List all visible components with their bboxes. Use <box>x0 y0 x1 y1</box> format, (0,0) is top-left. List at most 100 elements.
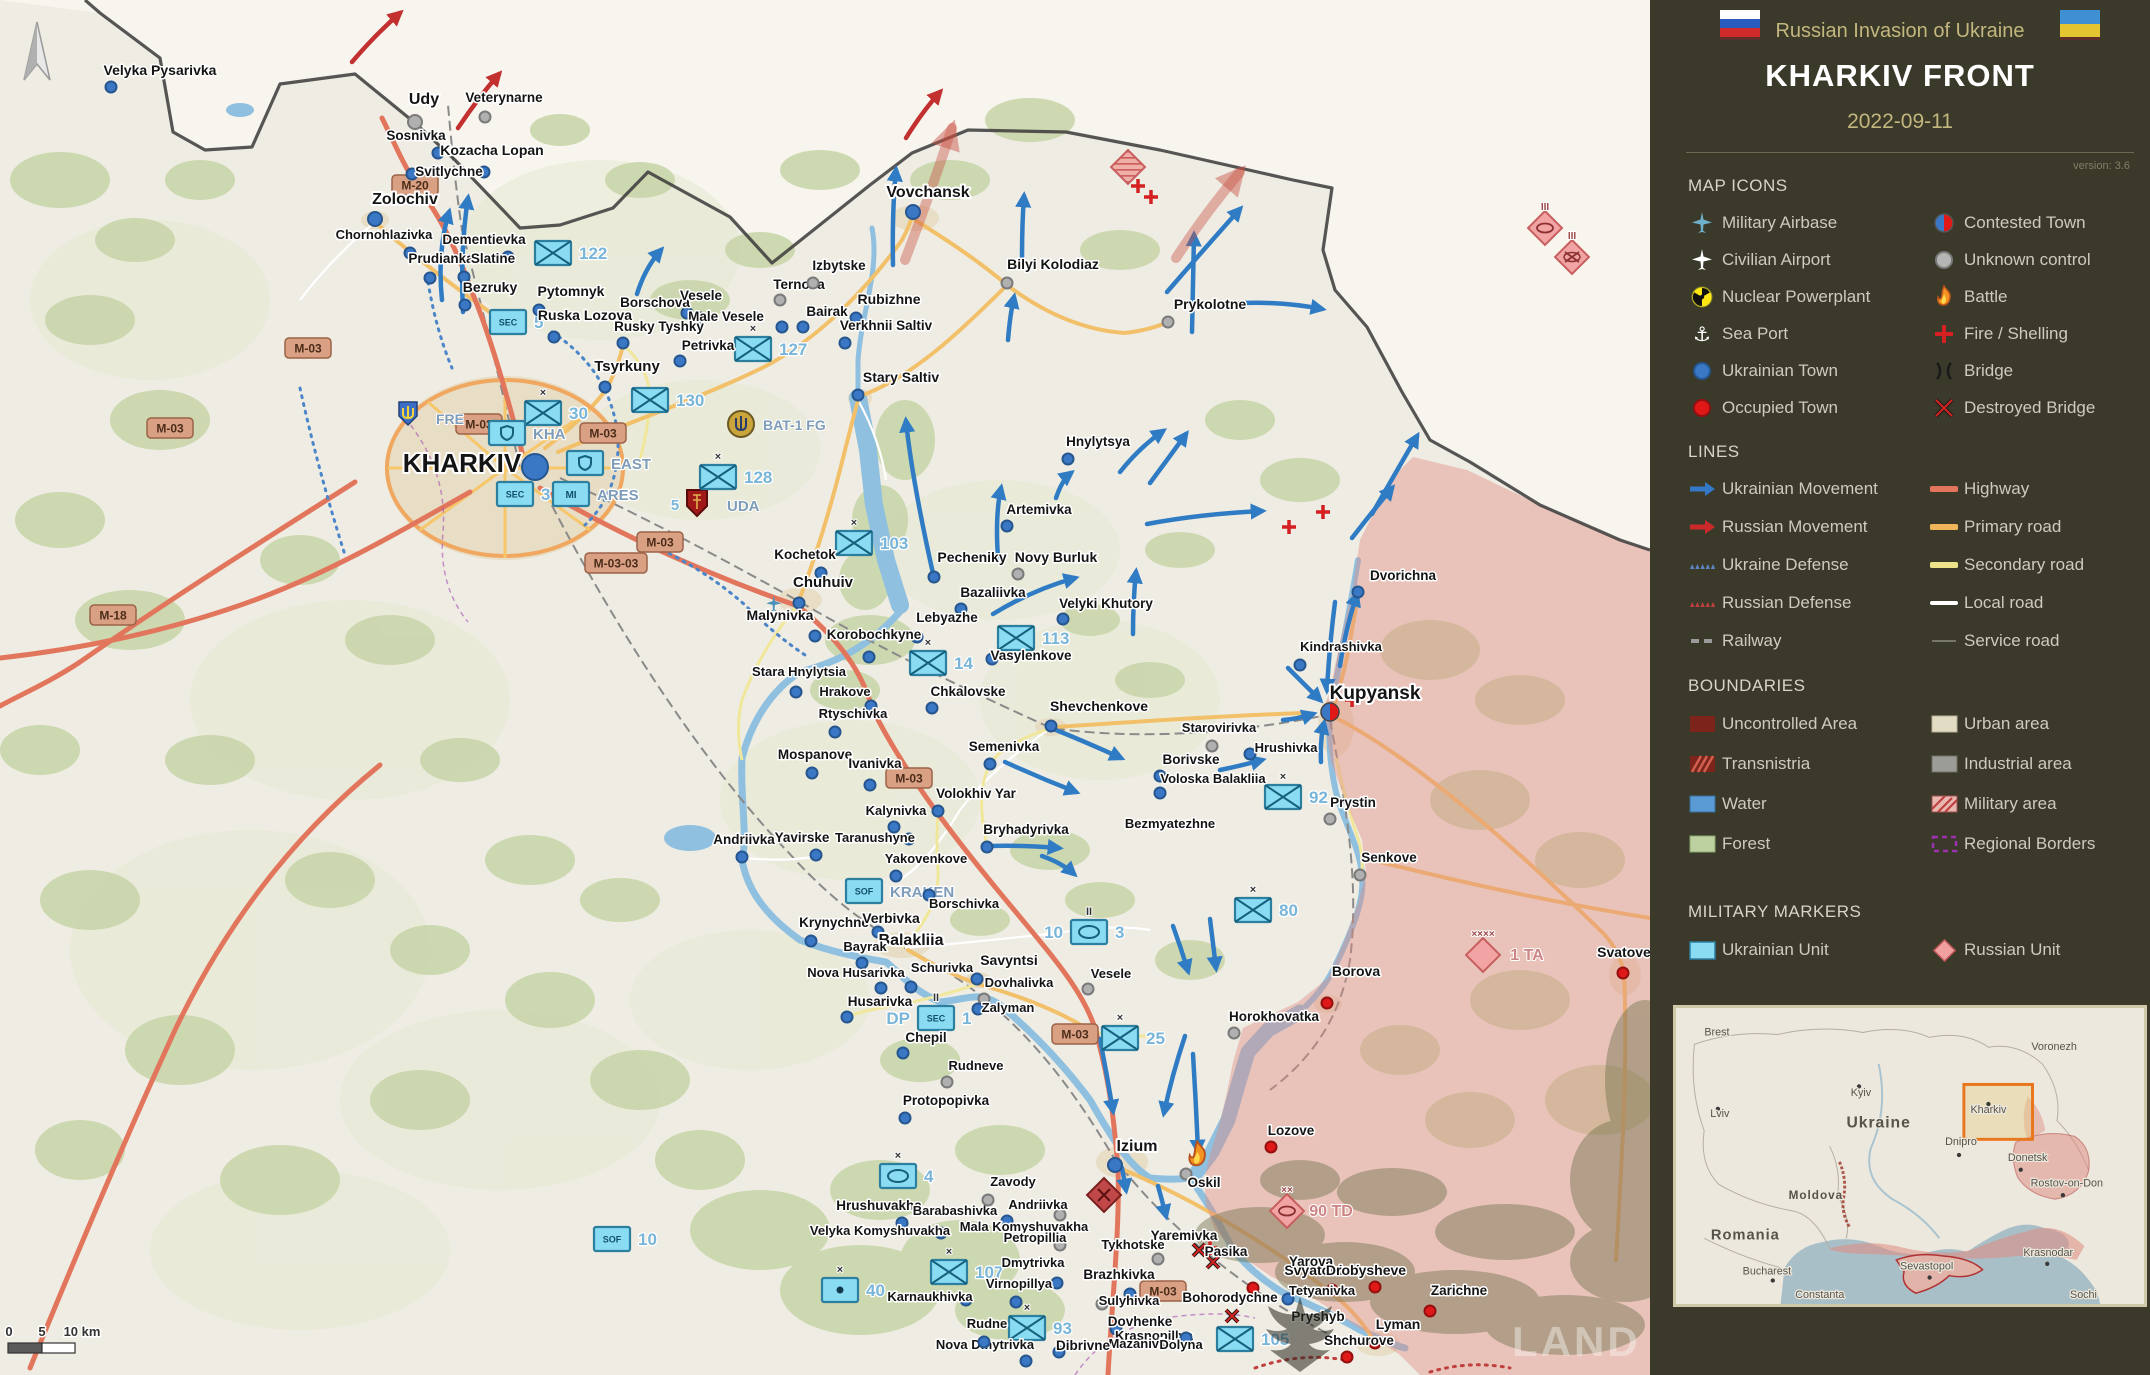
front-map: M-20 M-03 M-03 M-18 M-03 M-03 M-03-03 M-03 M-03 M… <box>0 0 1650 1375</box>
town-svitlychne: Svitlychne <box>405 163 485 181</box>
svg-text:122: 122 <box>579 244 607 263</box>
legend-label: Highway <box>1964 479 2030 498</box>
town-zalyman: Zalyman <box>971 999 1036 1017</box>
legend-military-markers-title: MILITARY MARKERS <box>1688 902 1862 921</box>
svg-text:Vesele: Vesele <box>1091 966 1132 981</box>
svg-text:Rudne: Rudne <box>967 1316 1007 1331</box>
svg-text:Dementievka: Dementievka <box>442 232 526 247</box>
legend-row: Russian Defense Local road <box>1688 584 2140 622</box>
legend-label: Local road <box>1964 593 2044 612</box>
svg-text:Schurivka: Schurivka <box>911 960 974 975</box>
svg-text:Donetsk: Donetsk <box>2008 1152 2048 1164</box>
svg-text:Bayrak: Bayrak <box>843 939 887 954</box>
svg-text:×: × <box>946 1246 952 1258</box>
seaport-icon: ⚓ <box>1688 321 1716 347</box>
front-date: 2022-09-11 <box>1847 110 1953 133</box>
svg-text:×: × <box>1250 884 1256 896</box>
town-velyka-komyshuvakha: Velyka Komyshuvakha <box>808 1222 952 1240</box>
town-ru-icon <box>1688 395 1716 421</box>
ukrainian-unit-marker: 130 <box>630 386 706 414</box>
svg-text:SEC: SEC <box>499 318 518 328</box>
legend-label: Service road <box>1964 631 2060 650</box>
svg-text:Lebyazhe: Lebyazhe <box>916 610 978 625</box>
svg-text:Voloska Balakliia: Voloska Balakliia <box>1160 771 1266 786</box>
town-balakliia: Balakliia <box>877 930 946 951</box>
svg-text:Dovhalivka: Dovhalivka <box>985 975 1054 990</box>
svg-text:Artemivka: Artemivka <box>1006 502 1072 517</box>
legend-label: Russian Movement <box>1722 517 1868 536</box>
svg-text:×: × <box>540 387 546 399</box>
svg-text:Drobysheve: Drobysheve <box>1326 1262 1406 1278</box>
svg-text:Prudianka: Prudianka <box>408 251 474 266</box>
svg-text:Brest: Brest <box>1704 1026 1729 1038</box>
svg-text:SOF: SOF <box>855 887 874 897</box>
ukrainian-unit-marker: 122 <box>533 239 609 267</box>
town-vasylenkove: Vasylenkove <box>985 647 1074 666</box>
svg-text:Semenivka: Semenivka <box>969 739 1040 754</box>
svg-text:10: 10 <box>638 1230 657 1249</box>
svg-text:Dnipro: Dnipro <box>1945 1136 1977 1148</box>
svg-text:Sevastopol: Sevastopol <box>1900 1261 1953 1273</box>
svg-text:SEC: SEC <box>506 490 525 500</box>
road-badge: M-03 <box>579 422 627 444</box>
bridge-icon <box>1930 358 1958 384</box>
svg-text:1 TA: 1 TA <box>1510 947 1544 964</box>
svg-text:Verkhnii Saltiv: Verkhnii Saltiv <box>840 318 933 333</box>
svg-text:⚓: ⚓ <box>1693 322 1711 346</box>
svg-text:×: × <box>925 637 931 649</box>
legend-label: Transnistria <box>1722 754 1811 773</box>
svg-text:90 TD: 90 TD <box>1309 1203 1353 1220</box>
svg-text:Slatine: Slatine <box>471 251 516 266</box>
legend-boundaries: BOUNDARIES Uncontrolled Area Urban area Tr… <box>1688 676 2140 864</box>
town-sulyhivka: Sulyhivka <box>1095 1292 1162 1311</box>
svg-text:×: × <box>715 451 721 463</box>
svg-text:Kyiv: Kyiv <box>1851 1087 1872 1099</box>
legend-label: Uncontrolled Area <box>1722 714 1858 733</box>
legend-row: Military Airbase Contested Town <box>1688 204 2140 241</box>
ukrainian-unit-marker: 113 <box>996 624 1071 652</box>
legend-label: Military Airbase <box>1722 212 1838 232</box>
svg-text:Borova: Borova <box>1332 963 1380 979</box>
svg-text:Taranushyne: Taranushyne <box>835 830 915 845</box>
svg-text:Chkalovske: Chkalovske <box>930 684 1006 699</box>
svg-text:××××: ×××× <box>1471 929 1495 940</box>
inset-overview-map: Brest Voronezh Kyiv Lviv Ukraine Kharkiv Dnipr… <box>1673 1005 2147 1307</box>
svg-text:25: 25 <box>1146 1029 1165 1048</box>
svg-text:40: 40 <box>866 1281 885 1300</box>
legend-label: Civilian Airport <box>1722 249 1831 269</box>
svg-text:130: 130 <box>676 391 704 410</box>
screenshot-root: M-20 M-03 M-03 M-18 M-03 M-03 M-03-03 M-03 M-03 M… <box>0 0 2150 1375</box>
svg-text:1: 1 <box>962 1009 971 1028</box>
svg-text:Zavody: Zavody <box>990 1174 1036 1189</box>
svg-text:Krynychne: Krynychne <box>799 915 869 930</box>
svg-text:Ukraine: Ukraine <box>1846 1115 1910 1132</box>
svg-text:103: 103 <box>880 534 908 553</box>
svg-text:Starovirivka: Starovirivka <box>1182 720 1257 735</box>
svg-text:80: 80 <box>1279 901 1298 920</box>
svg-text:Prystin: Prystin <box>1330 795 1376 810</box>
ukrainian-unit-marker: SOF 10 <box>592 1225 658 1253</box>
legend-row: Water Military area <box>1688 784 2140 824</box>
svg-text:SEC: SEC <box>927 1014 946 1024</box>
svg-text:UDA: UDA <box>727 498 760 515</box>
svg-text:Svatove: Svatove <box>1597 944 1650 960</box>
version-label: version: 3.6 <box>2073 160 2130 172</box>
svg-text:92: 92 <box>1309 788 1328 807</box>
road-badge: M-03 <box>885 767 933 789</box>
def-ru-icon <box>1688 590 1716 616</box>
svg-text:Dibrivne: Dibrivne <box>1056 1338 1111 1353</box>
svg-text:Moldova: Moldova <box>1789 1189 1844 1202</box>
ukrainian-movement-arrow <box>1015 191 1032 261</box>
unit-ua-icon <box>1688 937 1716 963</box>
sw-unc-icon <box>1688 711 1716 737</box>
legend-row: Russian Movement Primary road <box>1688 508 2140 546</box>
svg-text:Andriivka: Andriivka <box>713 832 775 847</box>
nuclear-icon <box>1688 284 1716 310</box>
svg-text:Borivske: Borivske <box>1162 752 1220 767</box>
sw-reg-icon <box>1930 831 1958 857</box>
svg-text:×: × <box>1280 771 1286 783</box>
sw-trn-icon <box>1688 751 1716 777</box>
svg-text:Bezruky: Bezruky <box>463 279 518 295</box>
svg-text:Veterynarne: Veterynarne <box>465 90 543 105</box>
legend-label: Secondary road <box>1964 555 2085 574</box>
